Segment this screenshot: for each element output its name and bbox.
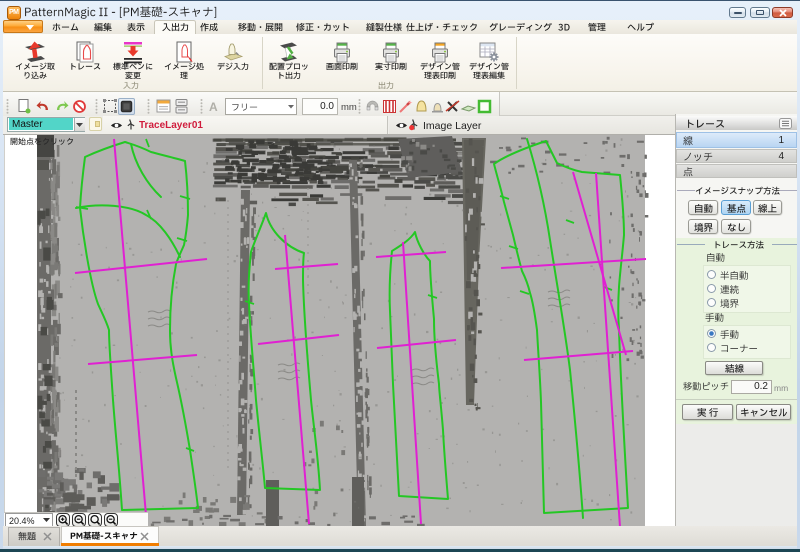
svg-text:A: A [209, 100, 218, 114]
